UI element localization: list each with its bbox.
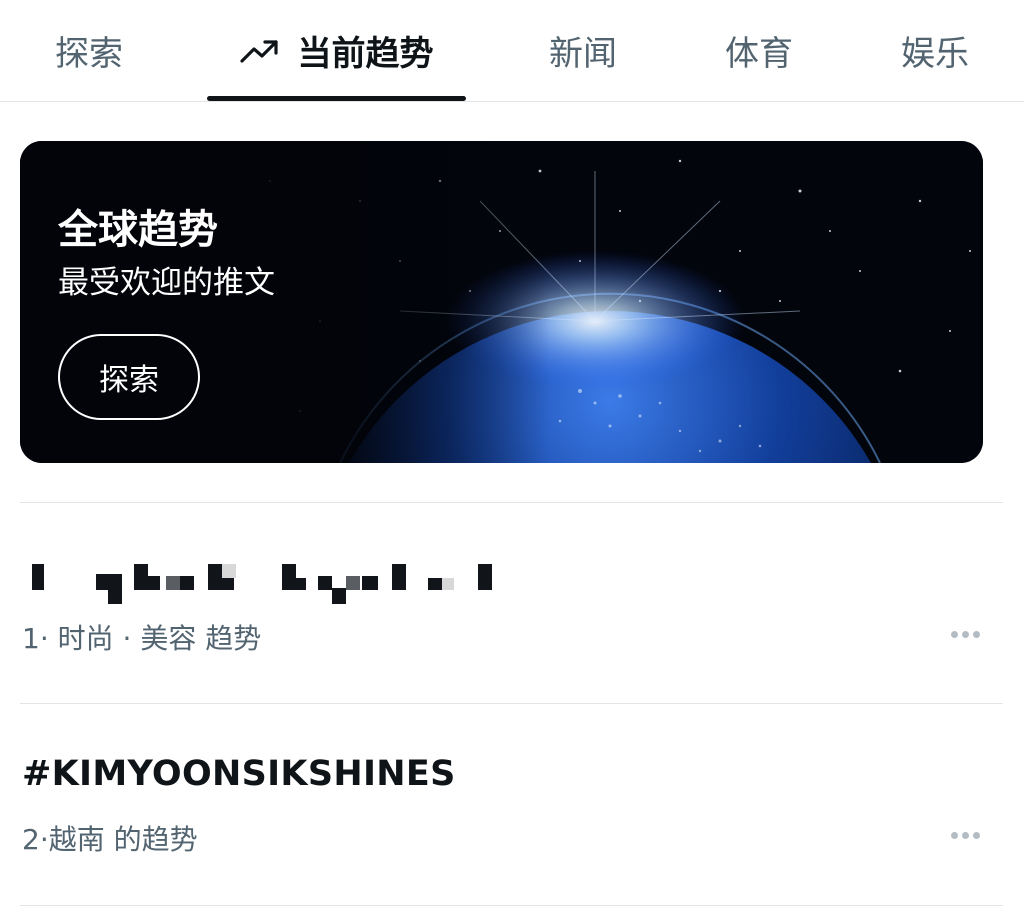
tab-explore[interactable]: 探索	[22, 0, 156, 101]
tab-trending[interactable]: 当前趋势	[207, 0, 466, 101]
more-options-icon[interactable]	[951, 832, 980, 839]
tab-news[interactable]: 新闻	[516, 0, 650, 101]
tab-sports[interactable]: 体育	[692, 0, 826, 101]
divider	[20, 905, 1003, 906]
banner-explore-button[interactable]: 探索	[58, 334, 200, 420]
tab-trending-label: 当前趋势	[297, 34, 434, 74]
tab-entertainment[interactable]: 娱乐	[868, 0, 1002, 101]
more-options-icon[interactable]	[951, 631, 980, 638]
trend-meta: 1· 时尚 · 美容 趋势	[22, 622, 262, 655]
trend-name: #KIMYOONSIKSHINES	[22, 754, 456, 794]
trend-item-1[interactable]: 1· 时尚 · 美容 趋势	[0, 503, 1024, 703]
tab-bar: 探索 当前趋势 新闻 体育 娱乐	[0, 0, 1024, 102]
tab-sports-label: 体育	[725, 34, 793, 74]
tab-news-label: 新闻	[549, 34, 617, 74]
banner-title: 全球趋势	[58, 207, 218, 253]
redacted-trend-name	[32, 564, 492, 604]
tab-explore-label: 探索	[55, 34, 123, 74]
trending-arrow-icon	[239, 39, 278, 63]
global-trends-banner[interactable]: 全球趋势 最受欢迎的推文 探索	[20, 141, 983, 463]
tab-entertainment-label: 娱乐	[901, 34, 969, 74]
trend-item-2[interactable]: #KIMYOONSIKSHINES 2·越南 的趋势	[0, 704, 1024, 904]
active-tab-indicator	[207, 96, 466, 101]
trend-meta: 2·越南 的趋势	[22, 823, 198, 856]
banner-subtitle: 最受欢迎的推文	[58, 265, 275, 301]
